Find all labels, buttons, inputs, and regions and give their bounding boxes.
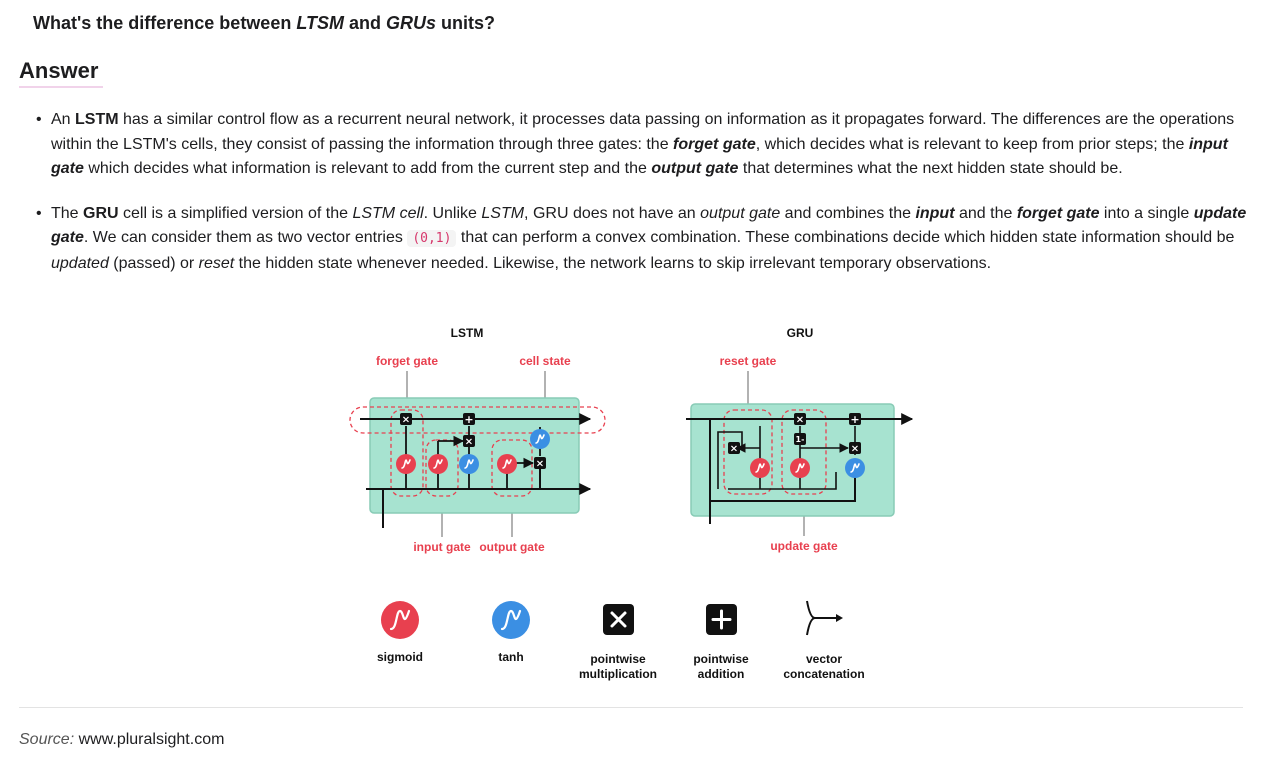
forget-gate-label: forget gate xyxy=(376,354,438,368)
legend-add-label-2: addition xyxy=(698,667,745,681)
update-gate-label: update gate xyxy=(770,539,838,553)
tanh-icon xyxy=(530,429,550,449)
legend-mult-label-2: multiplication xyxy=(579,667,657,681)
tanh-icon xyxy=(845,458,865,478)
legend-add-icon xyxy=(706,604,737,635)
reset-gate-label: reset gate xyxy=(720,354,777,368)
legend: sigmoid tanh pointwise multiplication po… xyxy=(377,600,865,681)
legend-concat-label-1: vector xyxy=(806,652,842,666)
output-gate-label: output gate xyxy=(479,540,545,554)
one-minus-icon: 1- xyxy=(794,433,806,445)
legend-mult-label-1: pointwise xyxy=(590,652,646,666)
source-label: Source: xyxy=(19,731,75,748)
svg-text:×: × xyxy=(536,459,544,470)
legend-add-label-1: pointwise xyxy=(693,652,749,666)
svg-text:1-: 1- xyxy=(796,435,805,444)
svg-text:×: × xyxy=(402,415,410,426)
svg-text:×: × xyxy=(851,444,859,455)
legend-multiply-icon xyxy=(603,604,634,635)
add-icon: + xyxy=(463,413,475,426)
svg-text:×: × xyxy=(730,444,738,455)
source-value: www.pluralsight.com xyxy=(74,731,225,748)
sigmoid-icon xyxy=(497,454,517,474)
sigmoid-icon xyxy=(396,454,416,474)
sigmoid-icon xyxy=(790,458,810,478)
gru-cell: × × 1- + × xyxy=(686,371,914,536)
legend-tanh-label: tanh xyxy=(498,650,523,664)
multiply-icon: × xyxy=(728,442,740,455)
lstm-title: LSTM xyxy=(451,326,484,340)
source-divider xyxy=(19,707,1243,708)
multiply-icon: × xyxy=(400,413,412,426)
multiply-icon: × xyxy=(849,442,861,455)
cell-state-label: cell state xyxy=(519,354,571,368)
lstm-cell: × + × × xyxy=(349,371,606,537)
multiply-icon: × xyxy=(463,435,475,448)
svg-text:+: + xyxy=(464,413,473,426)
multiply-icon: × xyxy=(534,457,546,470)
gru-title: GRU xyxy=(787,326,814,340)
source-citation: Source: www.pluralsight.com xyxy=(19,731,224,749)
input-gate-label: input gate xyxy=(413,540,471,554)
svg-text:×: × xyxy=(796,415,804,426)
legend-concat-label-2: concatenation xyxy=(783,667,864,681)
sigmoid-icon xyxy=(750,458,770,478)
legend-sigmoid-label: sigmoid xyxy=(377,650,423,664)
sigmoid-icon xyxy=(428,454,448,474)
legend-concat-icon xyxy=(806,600,843,636)
legend-tanh-icon xyxy=(492,601,530,639)
tanh-icon xyxy=(459,454,479,474)
legend-sigmoid-icon xyxy=(381,601,419,639)
lstm-gru-diagram: LSTM GRU forget gate cell state input ga… xyxy=(349,326,914,681)
svg-text:+: + xyxy=(850,413,859,426)
svg-text:×: × xyxy=(465,437,473,448)
add-icon: + xyxy=(849,413,861,426)
multiply-icon: × xyxy=(794,413,806,426)
